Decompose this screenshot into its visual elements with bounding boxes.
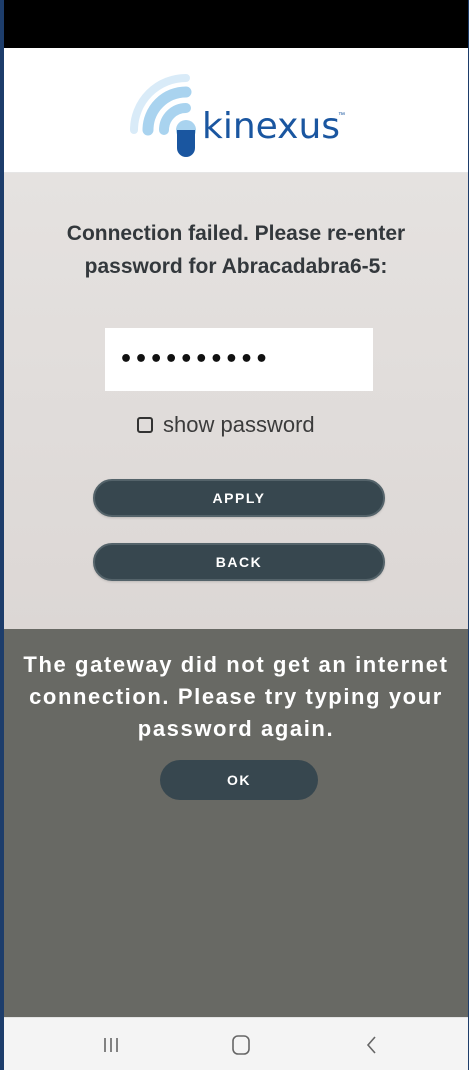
app-header: kinexus ™ [4, 48, 468, 173]
show-password-label[interactable]: show password [163, 412, 315, 438]
ok-button[interactable]: OK [160, 760, 318, 800]
kinexus-logo: kinexus ™ [130, 64, 370, 160]
home-button[interactable] [226, 1032, 256, 1058]
recents-icon [104, 1038, 118, 1052]
wifi-signal-icon [130, 74, 196, 157]
recents-button[interactable] [96, 1032, 126, 1058]
back-nav-button[interactable] [357, 1032, 387, 1058]
back-icon [366, 1036, 376, 1054]
password-form: Connection failed. Please re-enter passw… [4, 173, 468, 629]
system-navigation-bar [4, 1017, 468, 1070]
show-password-checkbox[interactable] [137, 417, 153, 433]
apply-button[interactable]: APPLY [93, 479, 385, 517]
trademark-symbol: ™ [338, 112, 345, 119]
status-bar [4, 0, 468, 48]
dialog-message: The gateway did not get an internet conn… [23, 652, 449, 741]
connection-failed-message: Connection failed. Please re-enter passw… [66, 222, 406, 278]
error-dialog: The gateway did not get an internet conn… [4, 629, 468, 1017]
brand-name: kinexus [202, 106, 341, 147]
back-button[interactable]: BACK [93, 543, 385, 581]
show-password-toggle[interactable]: show password [137, 411, 315, 439]
password-input[interactable]: •••••••••• [105, 328, 373, 391]
home-icon [232, 1035, 250, 1055]
app-screen: kinexus ™ Connection failed. Please re-e… [4, 0, 468, 1070]
